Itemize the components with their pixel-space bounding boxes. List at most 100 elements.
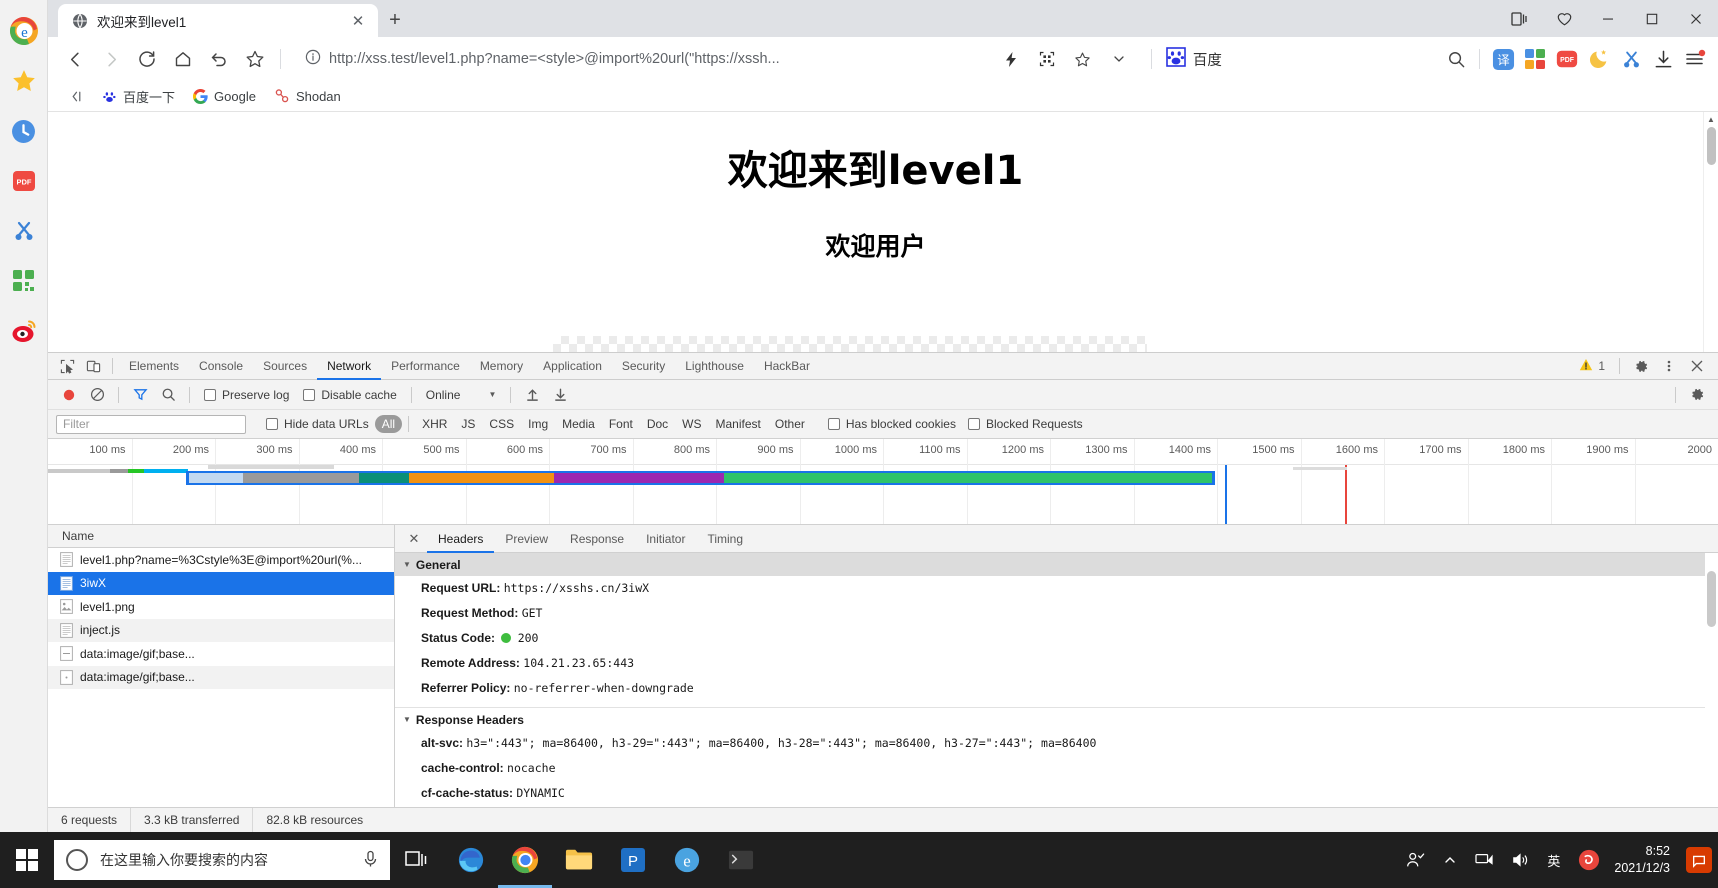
translate-icon[interactable]: 译 bbox=[1488, 44, 1518, 74]
detail-tab-response[interactable]: Response bbox=[559, 525, 635, 553]
notification-icon[interactable] bbox=[1686, 847, 1712, 873]
filter-type-ws[interactable]: WS bbox=[675, 415, 708, 433]
new-tab-button[interactable]: + bbox=[378, 4, 412, 37]
request-row-level1-png[interactable]: level1.png bbox=[48, 595, 394, 619]
address-bar[interactable]: http://xss.test/level1.php?name=<style>@… bbox=[295, 44, 1143, 74]
qr-code-icon[interactable] bbox=[1033, 45, 1061, 73]
filter-type-xhr[interactable]: XHR bbox=[415, 415, 454, 433]
devtools-tab-performance[interactable]: Performance bbox=[381, 353, 470, 380]
minimize-icon[interactable] bbox=[1586, 0, 1630, 37]
home-icon[interactable] bbox=[166, 42, 200, 76]
devtools-tab-security[interactable]: Security bbox=[612, 353, 675, 380]
tab-close-icon[interactable]: ✕ bbox=[348, 11, 368, 31]
reload-icon[interactable] bbox=[130, 42, 164, 76]
devtools-tab-lighthouse[interactable]: Lighthouse bbox=[675, 353, 754, 380]
disable-cache-checkbox[interactable]: Disable cache bbox=[297, 388, 402, 402]
moon-icon[interactable] bbox=[1584, 44, 1614, 74]
file-explorer-icon[interactable] bbox=[552, 832, 606, 888]
warning-count-badge[interactable]: 1 bbox=[1573, 358, 1611, 375]
chevron-down-icon[interactable] bbox=[1105, 45, 1133, 73]
taskbar-search-box[interactable]: 在这里输入你要搜索的内容 bbox=[54, 840, 390, 880]
bookmark-google[interactable]: Google bbox=[186, 86, 263, 107]
search-engine-chip[interactable]: 百度 bbox=[1160, 47, 1228, 71]
undo-icon[interactable] bbox=[202, 42, 236, 76]
blocked-requests-checkbox[interactable]: Blocked Requests bbox=[962, 417, 1089, 431]
filter-input[interactable]: Filter bbox=[56, 414, 246, 434]
weibo-icon[interactable] bbox=[6, 306, 42, 356]
gear-icon[interactable] bbox=[1628, 353, 1654, 379]
filter-type-font[interactable]: Font bbox=[602, 415, 640, 433]
devtools-tab-memory[interactable]: Memory bbox=[470, 353, 533, 380]
throttling-dropdown[interactable]: Online ▼ bbox=[420, 388, 503, 402]
has-blocked-cookies-checkbox[interactable]: Has blocked cookies bbox=[822, 417, 962, 431]
detail-tab-timing[interactable]: Timing bbox=[696, 525, 754, 553]
scrollbar-thumb[interactable] bbox=[1707, 127, 1716, 165]
import-har-icon[interactable] bbox=[519, 382, 545, 408]
scroll-up-arrow[interactable]: ▲ bbox=[1704, 112, 1718, 127]
back-arrow-icon[interactable] bbox=[58, 42, 92, 76]
filter-type-js[interactable]: JS bbox=[454, 415, 482, 433]
ie-icon[interactable]: e bbox=[660, 832, 714, 888]
export-har-icon[interactable] bbox=[547, 382, 573, 408]
request-row-level1-php[interactable]: level1.php?name=%3Cstyle%3E@import%20url… bbox=[48, 548, 394, 572]
browser-tab[interactable]: 欢迎来到level1 ✕ bbox=[58, 4, 378, 37]
devtools-tab-application[interactable]: Application bbox=[533, 353, 612, 380]
devtools-close-icon[interactable] bbox=[1684, 353, 1710, 379]
request-row-inject-js[interactable]: inject.js bbox=[48, 618, 394, 642]
detail-tab-preview[interactable]: Preview bbox=[494, 525, 559, 553]
clear-icon[interactable] bbox=[84, 382, 110, 408]
apps-grid-icon[interactable] bbox=[1520, 44, 1550, 74]
download-icon[interactable] bbox=[1648, 44, 1678, 74]
network-overview-timeline[interactable]: 100 ms 200 ms 300 ms 400 ms 500 ms 600 ms 700 … bbox=[48, 439, 1718, 525]
request-row-3iwx[interactable]: 3iwX bbox=[48, 571, 394, 595]
devtools-tab-network[interactable]: Network bbox=[317, 353, 381, 380]
pdf-icon[interactable]: PDF bbox=[6, 156, 42, 206]
task-view-icon[interactable] bbox=[390, 832, 444, 888]
network-settings-gear-icon[interactable] bbox=[1684, 382, 1710, 408]
chrome-icon[interactable] bbox=[498, 832, 552, 888]
filter-type-all[interactable]: All bbox=[374, 415, 403, 433]
lightning-icon[interactable] bbox=[997, 45, 1025, 73]
devtools-tab-hackbar[interactable]: HackBar bbox=[754, 353, 820, 380]
qr-grid-icon[interactable] bbox=[6, 256, 42, 306]
scrollbar-thumb[interactable] bbox=[1707, 571, 1716, 627]
filter-type-other[interactable]: Other bbox=[768, 415, 812, 433]
response-headers-section-header[interactable]: ▼ Response Headers bbox=[395, 708, 1718, 731]
edge-icon[interactable] bbox=[444, 832, 498, 888]
devtools-tab-console[interactable]: Console bbox=[189, 353, 253, 380]
taskbar-clock[interactable]: 8:52 2021/12/3 bbox=[1610, 832, 1680, 888]
menu-icon[interactable] bbox=[1680, 44, 1710, 74]
star-icon[interactable] bbox=[238, 42, 272, 76]
record-icon[interactable] bbox=[56, 382, 82, 408]
filter-type-img[interactable]: Img bbox=[521, 415, 555, 433]
filter-type-manifest[interactable]: Manifest bbox=[709, 415, 768, 433]
detail-close-icon[interactable]: ✕ bbox=[401, 526, 427, 552]
pdf-icon[interactable]: PDF bbox=[1552, 44, 1582, 74]
general-section-header[interactable]: ▼ General bbox=[395, 553, 1718, 576]
bookmark-baidu[interactable]: 百度一下 bbox=[95, 84, 182, 109]
scissors-icon[interactable] bbox=[6, 206, 42, 256]
inspect-element-icon[interactable] bbox=[54, 353, 80, 379]
detail-tab-initiator[interactable]: Initiator bbox=[635, 525, 696, 553]
bookmark-shodan[interactable]: Shodan bbox=[267, 85, 348, 107]
windows-start-icon[interactable] bbox=[0, 832, 54, 888]
chevron-up-icon[interactable] bbox=[1435, 832, 1465, 888]
filter-type-doc[interactable]: Doc bbox=[640, 415, 675, 433]
volume-icon[interactable] bbox=[1503, 832, 1537, 888]
search-icon[interactable] bbox=[1441, 44, 1471, 74]
terminal-icon[interactable] bbox=[714, 832, 768, 888]
microphone-icon[interactable] bbox=[363, 850, 378, 871]
favorites-icon[interactable] bbox=[1542, 0, 1586, 37]
filter-type-css[interactable]: CSS bbox=[482, 415, 521, 433]
collections-icon[interactable] bbox=[1498, 0, 1542, 37]
search-icon[interactable] bbox=[155, 382, 181, 408]
history-clock-icon[interactable] bbox=[6, 106, 42, 156]
scissors-icon[interactable] bbox=[1616, 44, 1646, 74]
star-outline-icon[interactable] bbox=[1069, 45, 1097, 73]
device-toolbar-icon[interactable] bbox=[80, 353, 106, 379]
info-circle-icon[interactable] bbox=[305, 49, 321, 70]
edge-browser-icon[interactable]: e bbox=[6, 6, 42, 56]
maximize-icon[interactable] bbox=[1630, 0, 1674, 37]
filter-funnel-icon[interactable] bbox=[127, 382, 153, 408]
forward-arrow-icon[interactable] bbox=[94, 42, 128, 76]
